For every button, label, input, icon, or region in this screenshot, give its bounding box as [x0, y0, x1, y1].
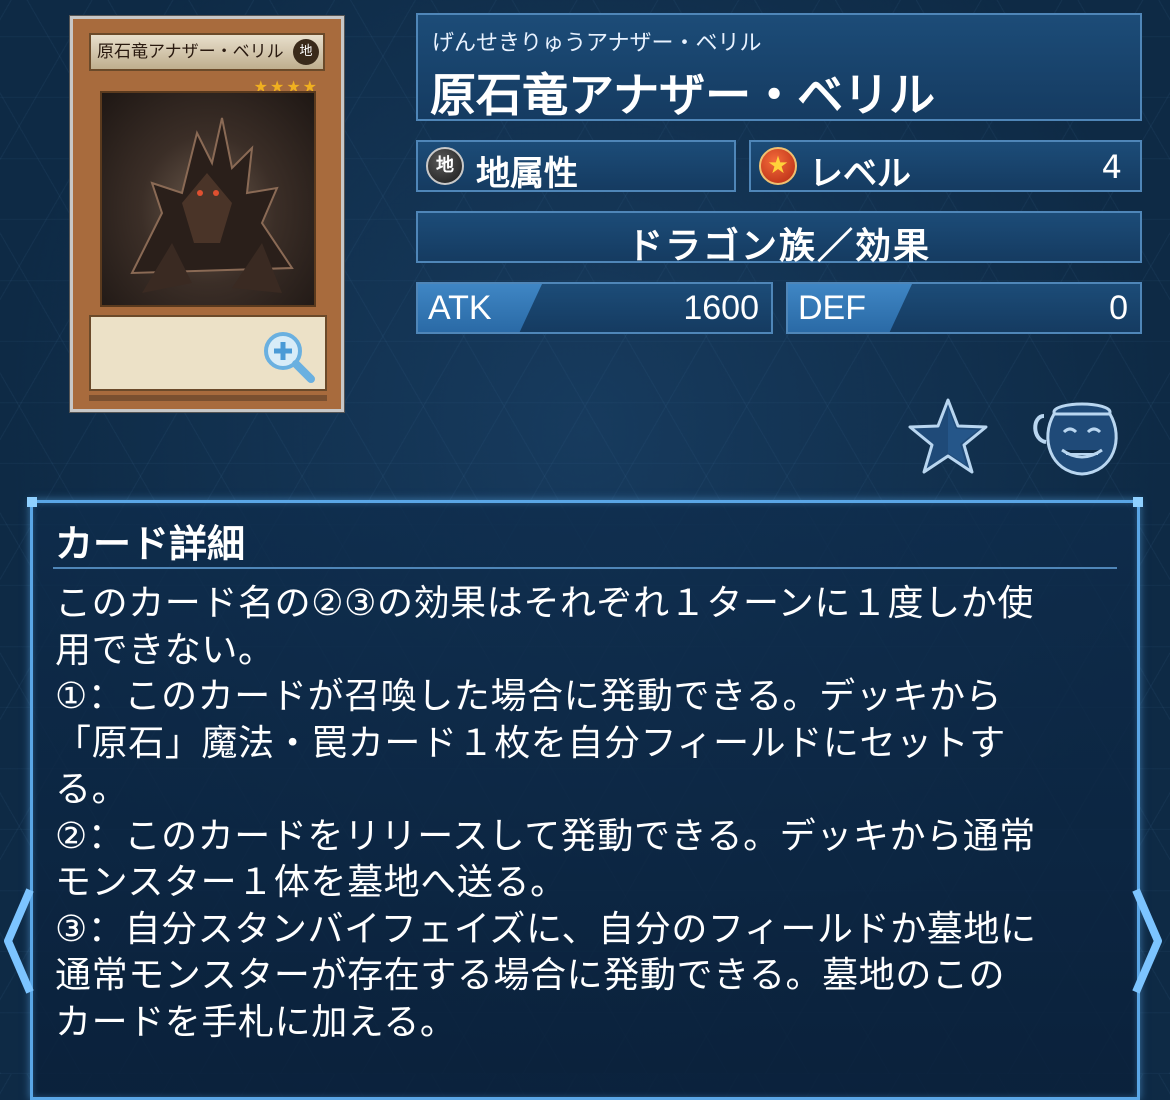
card-footer [89, 395, 327, 401]
card-image[interactable]: 原石竜アナザー・ベリル 地 ★★★★ [70, 16, 344, 412]
pot-of-greed-icon[interactable] [1030, 398, 1124, 478]
monster-type-panel: ドラゴン族／効果 [416, 211, 1142, 267]
effect-text-line: ①：このカードが召喚した場合に発動できる。デッキから [55, 676, 1003, 717]
level-label: レベル [809, 154, 911, 194]
monster-type: ドラゴン族／効果 [626, 226, 931, 267]
detail-corner-marker [1133, 497, 1143, 507]
card-detail-panel: カード詳細 このカード名の②③の効果はそれぞれ１ターンに１度しか使 用できない。… [27, 497, 1143, 1100]
effect-text-line: ②：このカードをリリースして発動できる。デッキから通常 [55, 815, 1036, 857]
atk-value: 1600 [683, 289, 759, 327]
def-label: DEF [798, 289, 866, 327]
card-image-name: 原石竜アナザー・ベリル [97, 42, 284, 62]
effect-text-line: このカード名の②③の効果はそれぞれ１ターンに１度しか使 [55, 583, 1034, 624]
effect-text-line: 用できない。 [55, 629, 275, 671]
zoom-in-icon[interactable] [259, 327, 319, 387]
atk-panel: ATK 1600 [416, 282, 773, 334]
next-card-button[interactable] [1130, 886, 1164, 996]
effect-text-line: モンスター１体を墓地へ送る。 [55, 862, 567, 903]
card-name: 原石竜アナザー・ベリル [430, 68, 936, 122]
level-value: 4 [1101, 148, 1122, 186]
chevron-left-icon [4, 888, 34, 994]
favorite-star-icon[interactable] [908, 396, 988, 476]
def-panel: DEF 0 [786, 282, 1142, 334]
atk-label: ATK [428, 289, 492, 327]
effect-text-line: 「原石」魔法・罠カード１枚を自分フィールドにセットす [55, 722, 1006, 764]
effect-text-line: ③：自分スタンバイフェイズに、自分のフィールドか墓地に [55, 908, 1037, 950]
card-name-ruby: げんせきりゅうアナザー・ベリル [432, 31, 762, 56]
detail-title: カード詳細 [55, 522, 246, 566]
card-image-namebar: 原石竜アナザー・ベリル 地 [89, 33, 325, 71]
detail-divider [53, 567, 1117, 569]
def-value: 0 [1109, 289, 1128, 327]
detail-corner-marker [27, 497, 37, 507]
attribute-label: 地属性 [476, 154, 578, 194]
attribute-panel: 地 地属性 [416, 140, 736, 194]
chevron-right-icon [1132, 888, 1162, 994]
card-artwork [100, 91, 316, 307]
card-image-attribute: 地 [293, 39, 319, 65]
effect-text-line: る。 [55, 769, 129, 810]
previous-card-button[interactable] [2, 886, 36, 996]
effect-text-line: カードを手札に加える。 [55, 1001, 457, 1043]
earth-attribute-icon: 地 [426, 147, 464, 185]
level-star-icon: ★ [759, 147, 797, 185]
effect-text-line: 通常モンスターが存在する場合に発動できる。墓地のこの [55, 955, 1006, 996]
card-effect-text: このカード名の②③の効果はそれぞれ１ターンに１度しか使 用できない。 ①：このカ… [55, 581, 1125, 1046]
card-name-panel: げんせきりゅうアナザー・ベリル 原石竜アナザー・ベリル [416, 13, 1142, 122]
level-panel: ★ レベル 4 [749, 140, 1142, 194]
